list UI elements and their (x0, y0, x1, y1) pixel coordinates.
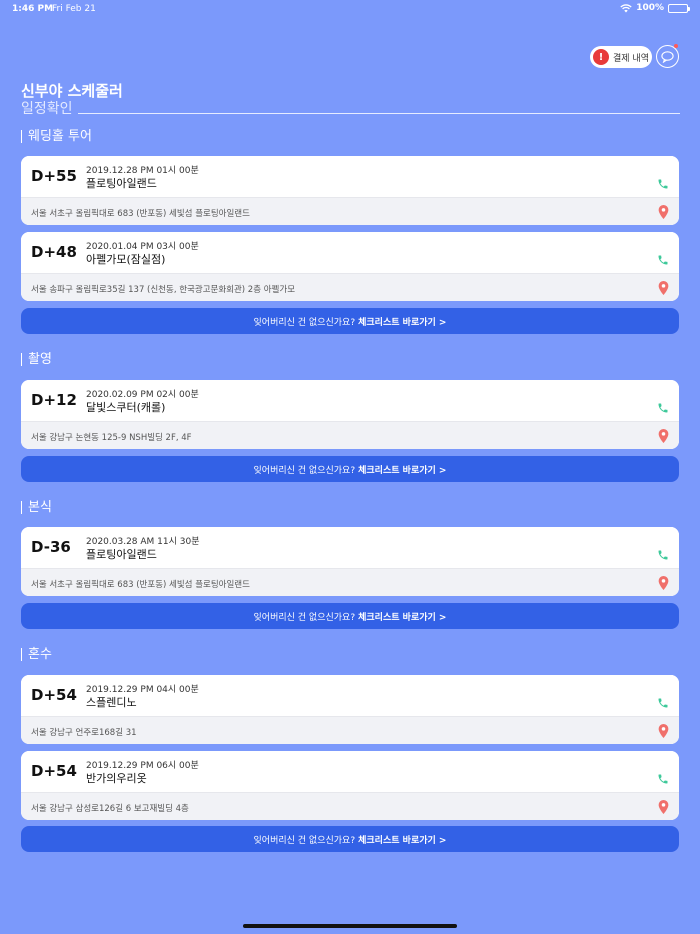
d-day: D+54 (31, 762, 77, 780)
map-pin-icon[interactable] (658, 800, 669, 814)
battery-percent: 100% (636, 3, 664, 13)
checklist-link: 체크리스트 바로가기 > (358, 317, 447, 328)
home-indicator[interactable] (243, 924, 457, 928)
section-title-ceremony: 본식 (21, 501, 52, 514)
phone-icon[interactable] (657, 773, 669, 785)
notification-dot (674, 44, 678, 48)
checklist-button[interactable]: 잊어버리신 건 없으신가요? 체크리스트 바로가기 > (21, 456, 679, 482)
d-day: D-36 (31, 538, 71, 556)
checklist-link: 체크리스트 바로가기 > (358, 835, 447, 846)
title-divider (78, 113, 680, 114)
address: 서울 강남구 논현동 125-9 NSH빌딩 2F, 4F (31, 433, 192, 443)
phone-icon[interactable] (657, 178, 669, 190)
map-pin-icon[interactable] (658, 205, 669, 219)
map-pin-icon[interactable] (658, 281, 669, 295)
status-right: 100% (620, 3, 690, 13)
checklist-button[interactable]: 잊어버리신 건 없으신가요? 체크리스트 바로가기 > (21, 308, 679, 334)
phone-icon[interactable] (657, 402, 669, 414)
d-day: D+12 (31, 391, 77, 409)
map-pin-icon[interactable] (658, 576, 669, 590)
place-name: 반가의우리옷 (86, 772, 147, 785)
phone-icon[interactable] (657, 254, 669, 266)
schedule-card[interactable]: D+48 2020.01.04 PM 03시 00분 아펠가모(잠실점) 서울 … (21, 232, 679, 301)
status-date: Fri Feb 21 (52, 4, 96, 14)
chat-button[interactable] (656, 44, 679, 68)
checklist-prefix: 잊어버리신 건 없으신가요? (253, 465, 356, 476)
checklist-button[interactable]: 잊어버리신 건 없으신가요? 체크리스트 바로가기 > (21, 603, 679, 629)
checklist-link: 체크리스트 바로가기 > (358, 612, 447, 623)
section-title-wedding-hall-tour: 웨딩홀 투어 (21, 130, 92, 143)
payment-history-label: 결제 내역 (613, 53, 649, 64)
checklist-prefix: 잊어버리신 건 없으신가요? (253, 612, 356, 623)
map-pin-icon[interactable] (658, 429, 669, 443)
section-title-photo-shoot: 촬영 (21, 353, 52, 366)
place-name: 플로팅아일랜드 (86, 177, 157, 190)
payment-history-button[interactable]: ! 결제 내역 (590, 46, 652, 68)
checklist-link: 체크리스트 바로가기 > (358, 465, 447, 476)
d-day: D+55 (31, 167, 77, 185)
d-day: D+48 (31, 243, 77, 261)
checklist-prefix: 잊어버리신 건 없으신가요? (253, 317, 356, 328)
schedule-card[interactable]: D+12 2020.02.09 PM 02시 00분 달빛스쿠터(캐롤) 서울 … (21, 380, 679, 449)
address: 서울 서초구 올림픽대로 683 (반포동) 세빛섬 플로팅아일랜드 (31, 209, 250, 219)
schedule-card[interactable]: D+54 2019.12.29 PM 06시 00분 반가의우리옷 서울 강남구… (21, 751, 679, 820)
section-title-wedding-goods: 혼수 (21, 648, 52, 661)
place-name: 스플렌디노 (86, 696, 137, 709)
status-time: 1:46 PM (12, 4, 54, 14)
d-day: D+54 (31, 686, 77, 704)
address: 서울 서초구 올림픽대로 683 (반포동) 세빛섬 플로팅아일랜드 (31, 580, 250, 590)
wifi-icon (620, 3, 632, 12)
place-name: 달빛스쿠터(캐롤) (86, 401, 166, 414)
phone-icon[interactable] (657, 549, 669, 561)
place-name: 플로팅아일랜드 (86, 548, 157, 561)
address: 서울 강남구 언주로168길 31 (31, 728, 137, 738)
schedule-card[interactable]: D-36 2020.03.28 AM 11시 30분 플로팅아일랜드 서울 서초… (21, 527, 679, 596)
phone-icon[interactable] (657, 697, 669, 709)
checklist-prefix: 잊어버리신 건 없으신가요? (253, 835, 356, 846)
status-bar: 1:46 PM Fri Feb 21 100% (0, 0, 700, 18)
alert-icon: ! (593, 49, 609, 65)
schedule-card[interactable]: D+54 2019.12.29 PM 04시 00분 스플렌디노 서울 강남구 … (21, 675, 679, 744)
place-name: 아펠가모(잠실점) (86, 253, 166, 266)
battery-icon (668, 3, 690, 13)
map-pin-icon[interactable] (658, 724, 669, 738)
chat-bubble-icon (661, 50, 674, 63)
page-subtitle: 일정확인 (21, 101, 73, 117)
address: 서울 송파구 올림픽로35길 137 (신천동, 한국광고문화회관) 2층 아펠… (31, 285, 296, 295)
schedule-card[interactable]: D+55 2019.12.28 PM 01시 00분 플로팅아일랜드 서울 서초… (21, 156, 679, 225)
address: 서울 강남구 삼성로126길 6 보고재빌딩 4층 (31, 804, 189, 814)
checklist-button[interactable]: 잊어버리신 건 없으신가요? 체크리스트 바로가기 > (21, 826, 679, 852)
